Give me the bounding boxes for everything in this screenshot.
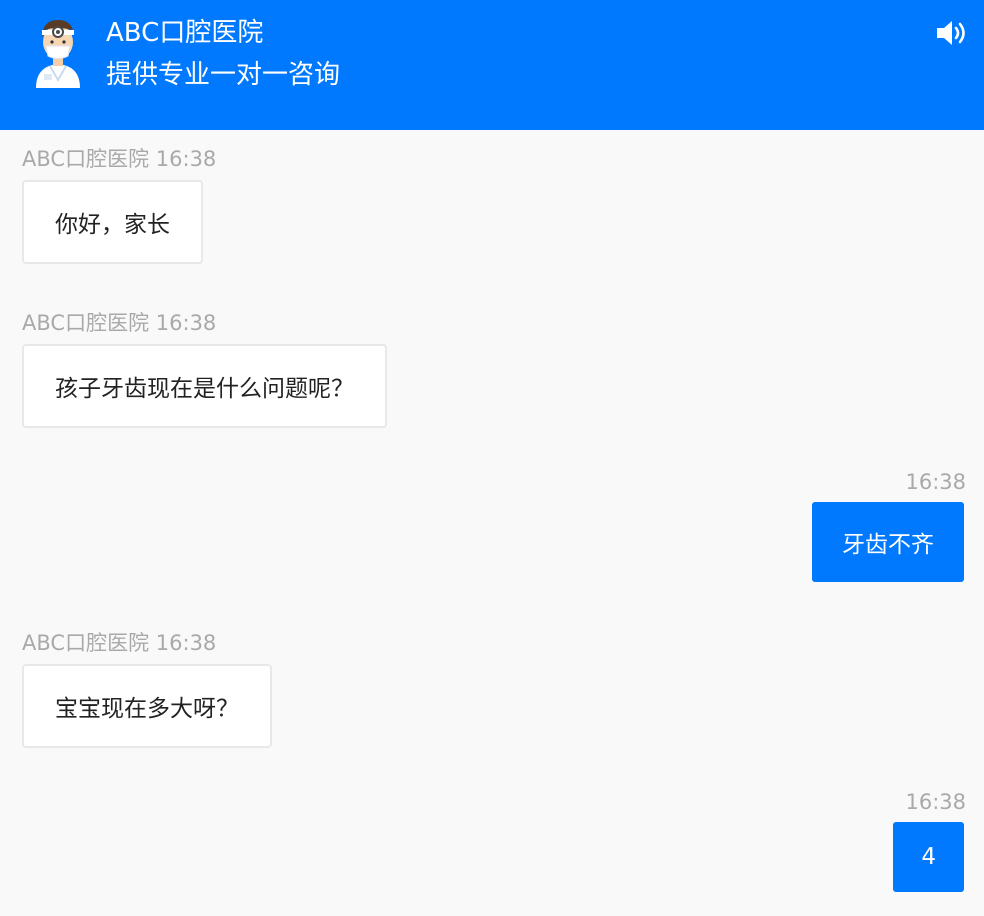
message-meta: ABC口腔医院 16:38	[22, 630, 216, 656]
outgoing-message-bubble: 4	[893, 822, 964, 892]
header-subtitle: 提供专业一对一咨询	[106, 60, 341, 90]
incoming-message-bubble: 孩子牙齿现在是什么问题呢？	[22, 344, 387, 428]
message-time: 16:38	[155, 631, 217, 655]
incoming-message-bubble: 你好，家长	[22, 180, 203, 264]
sender-name: ABC口腔医院	[22, 147, 150, 171]
message-meta: 16:38	[905, 789, 966, 815]
doctor-avatar-icon	[36, 20, 80, 88]
message-meta: 16:38	[905, 469, 966, 495]
hospital-name: ABC口腔医院	[106, 18, 264, 48]
message-time: 16:38	[905, 790, 966, 814]
incoming-message-bubble: 宝宝现在多大呀？	[22, 664, 272, 748]
message-time: 16:38	[905, 470, 966, 494]
sender-name: ABC口腔医院	[22, 631, 150, 655]
sender-name: ABC口腔医院	[22, 311, 150, 335]
message-time: 16:38	[155, 147, 217, 171]
message-meta: ABC口腔医院 16:38	[22, 310, 216, 336]
outgoing-message-bubble: 牙齿不齐	[812, 502, 964, 582]
message-meta: ABC口腔医院 16:38	[22, 146, 216, 172]
message-time: 16:38	[155, 311, 217, 335]
message-list[interactable]: ABC口腔医院 16:38 你好，家长 ABC口腔医院 16:38 孩子牙齿现在…	[0, 130, 984, 916]
chat-header: ABC口腔医院 提供专业一对一咨询	[0, 0, 984, 130]
speaker-icon[interactable]	[934, 18, 968, 48]
